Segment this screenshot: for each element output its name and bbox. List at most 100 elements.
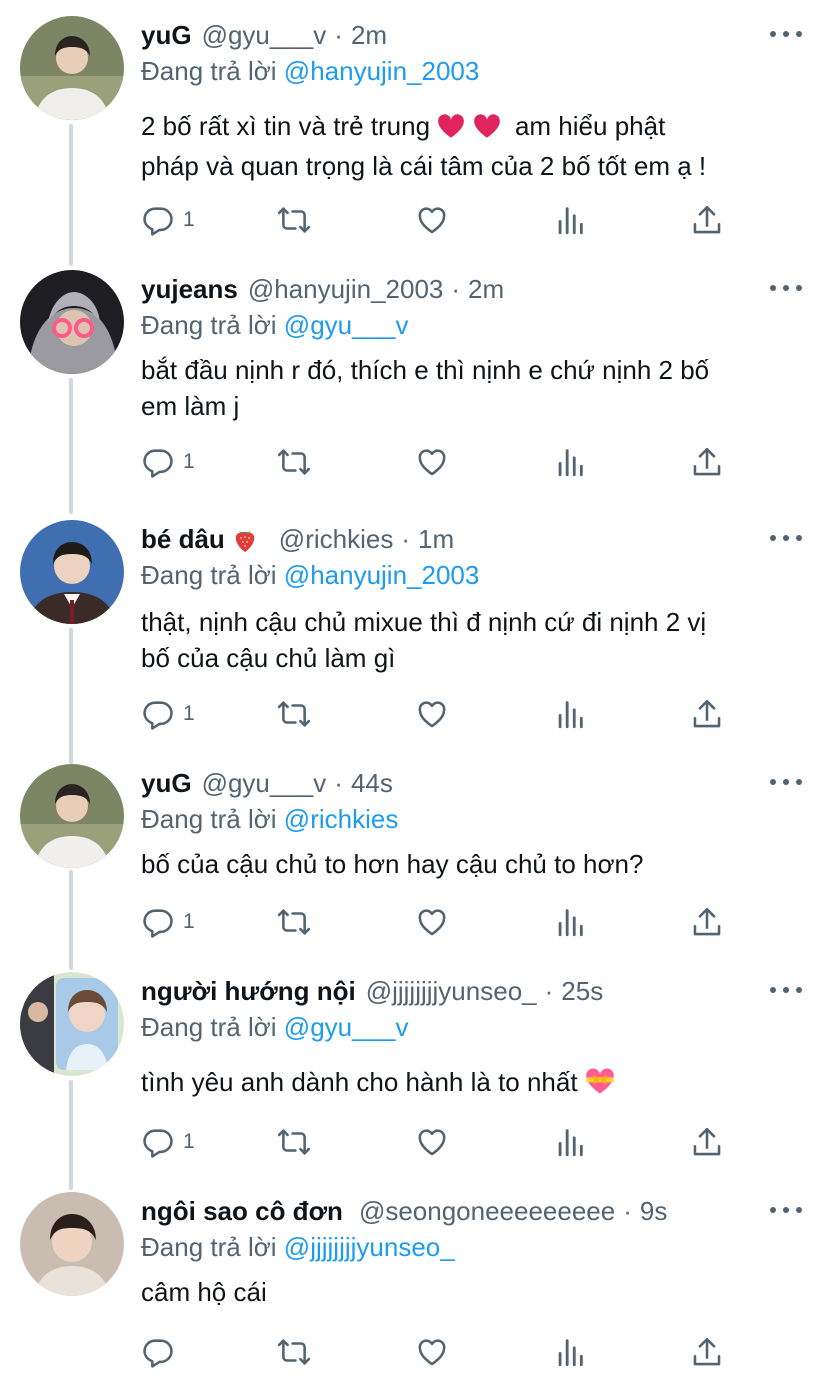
like-button[interactable]: [415, 202, 449, 238]
user-handle[interactable]: @seongoneeeeeeeee: [359, 1194, 615, 1228]
more-options-icon[interactable]: [770, 980, 802, 1000]
analytics-button[interactable]: [553, 202, 587, 238]
share-button[interactable]: [690, 202, 724, 238]
like-button[interactable]: [415, 904, 449, 940]
mention-link[interactable]: @hanyujin_2003: [284, 560, 480, 590]
user-handle[interactable]: @gyu___v: [202, 766, 327, 800]
more-options-icon[interactable]: [770, 24, 802, 44]
avatar[interactable]: [20, 16, 124, 120]
retweet-button[interactable]: [277, 202, 311, 238]
like-button[interactable]: [415, 696, 449, 732]
reply-button[interactable]: 1: [141, 904, 195, 940]
reply-button[interactable]: 1: [141, 202, 195, 238]
tweet-actions: 1: [141, 1124, 731, 1160]
mention-link[interactable]: @hanyujin_2003: [284, 56, 480, 86]
like-button[interactable]: [415, 1124, 449, 1160]
reply-count: 1: [183, 910, 195, 933]
avatar[interactable]: [20, 520, 124, 624]
avatar[interactable]: [20, 972, 124, 1076]
analytics-button[interactable]: [553, 1334, 587, 1370]
tweet-text: bố của cậu chủ to hơn hay cậu chủ to hơn…: [141, 846, 801, 882]
share-button[interactable]: [690, 444, 724, 480]
reply-prefix: Đang trả lời: [141, 804, 277, 834]
retweet-button[interactable]: [277, 1334, 311, 1370]
tweet-text-segment: bố của cậu chủ to hơn hay cậu chủ to hơn…: [141, 849, 644, 879]
like-button[interactable]: [415, 444, 449, 480]
user-handle[interactable]: @richkies: [279, 522, 394, 556]
thread-line: [69, 870, 73, 970]
stats-icon: [553, 203, 587, 237]
user-handle[interactable]: @jjjjjjjjyunseo_: [366, 974, 537, 1008]
reply-icon: [141, 203, 175, 237]
reply-button[interactable]: 1: [141, 1124, 195, 1160]
analytics-button[interactable]: [553, 444, 587, 480]
timestamp[interactable]: 25s: [561, 974, 603, 1008]
more-options-icon[interactable]: [770, 278, 802, 298]
avatar[interactable]: [20, 764, 124, 868]
share-button[interactable]: [690, 904, 724, 940]
reply-count: 1: [183, 450, 195, 473]
timestamp[interactable]: 2m: [351, 18, 387, 52]
mention-link[interactable]: @jjjjjjjjyunseo_: [284, 1232, 455, 1262]
display-name[interactable]: yujeans: [141, 272, 238, 306]
share-button[interactable]: [690, 696, 724, 732]
tweet-actions: 1: [141, 202, 731, 238]
user-handle[interactable]: @hanyujin_2003: [248, 272, 444, 306]
retweet-button[interactable]: [277, 696, 311, 732]
stats-icon: [553, 905, 587, 939]
timestamp[interactable]: 44s: [351, 766, 393, 800]
retweet-icon: [277, 1125, 311, 1159]
mention-link[interactable]: @gyu___v: [284, 310, 409, 340]
heart-with-ribbon-emoji: [585, 1067, 615, 1104]
reply-button[interactable]: 1: [141, 696, 195, 732]
display-name[interactable]: yuG: [141, 18, 192, 52]
timestamp[interactable]: 9s: [640, 1194, 667, 1228]
avatar[interactable]: [20, 1192, 124, 1296]
mention-link[interactable]: @richkies: [284, 804, 399, 834]
like-button[interactable]: [415, 1334, 449, 1370]
share-icon: [690, 445, 724, 479]
separator-dot: ·: [334, 768, 343, 798]
tweet-text-segment: bố của cậu chủ làm gì: [141, 643, 396, 673]
separator-dot: ·: [451, 274, 461, 304]
replying-to: Đang trả lời @hanyujin_2003: [141, 558, 479, 592]
retweet-icon: [277, 905, 311, 939]
share-icon: [690, 697, 724, 731]
display-name[interactable]: yuG: [141, 766, 192, 800]
retweet-icon: [277, 1335, 311, 1369]
stats-icon: [553, 1335, 587, 1369]
reply-prefix: Đang trả lời: [141, 1232, 277, 1262]
more-options-icon[interactable]: [770, 772, 802, 792]
reply-count: 1: [183, 208, 195, 231]
analytics-button[interactable]: [553, 1124, 587, 1160]
avatar[interactable]: [20, 270, 124, 374]
display-name[interactable]: bé dâu: [141, 522, 225, 556]
tweet-text-segment: thật, nịnh cậu chủ mixue thì đ nịnh cứ đ…: [141, 607, 707, 637]
more-options-icon[interactable]: [770, 528, 802, 548]
reply-icon: [141, 697, 175, 731]
share-button[interactable]: [690, 1124, 724, 1160]
analytics-button[interactable]: [553, 696, 587, 732]
reply-button[interactable]: 1: [141, 444, 195, 480]
tweet-header: bé dâu @richkies · 1m: [141, 522, 454, 556]
tweet-text: bắt đầu nịnh r đó, thích e thì nịnh e ch…: [141, 352, 801, 424]
retweet-button[interactable]: [277, 904, 311, 940]
share-button[interactable]: [690, 1334, 724, 1370]
display-name[interactable]: ngôi sao cô đơn: [141, 1194, 343, 1228]
analytics-button[interactable]: [553, 904, 587, 940]
stats-icon: [553, 1125, 587, 1159]
retweet-icon: [277, 203, 311, 237]
retweet-button[interactable]: [277, 1124, 311, 1160]
mention-link[interactable]: @gyu___v: [284, 1012, 409, 1042]
replying-to: Đang trả lời @jjjjjjjjyunseo_: [141, 1230, 455, 1264]
separator-dot: ·: [623, 1196, 632, 1226]
retweet-button[interactable]: [277, 444, 311, 480]
user-handle[interactable]: @gyu___v: [202, 18, 327, 52]
timestamp[interactable]: 1m: [418, 522, 454, 556]
more-options-icon[interactable]: [770, 1200, 802, 1220]
reply-button[interactable]: [141, 1334, 183, 1370]
tweet-header: yuG @gyu___v · 44s: [141, 766, 393, 800]
display-name[interactable]: người hướng nội: [141, 974, 356, 1008]
timestamp[interactable]: 2m: [468, 272, 504, 306]
tweet-text-segment: tình yêu anh dành cho hành là to nhất: [141, 1067, 578, 1097]
